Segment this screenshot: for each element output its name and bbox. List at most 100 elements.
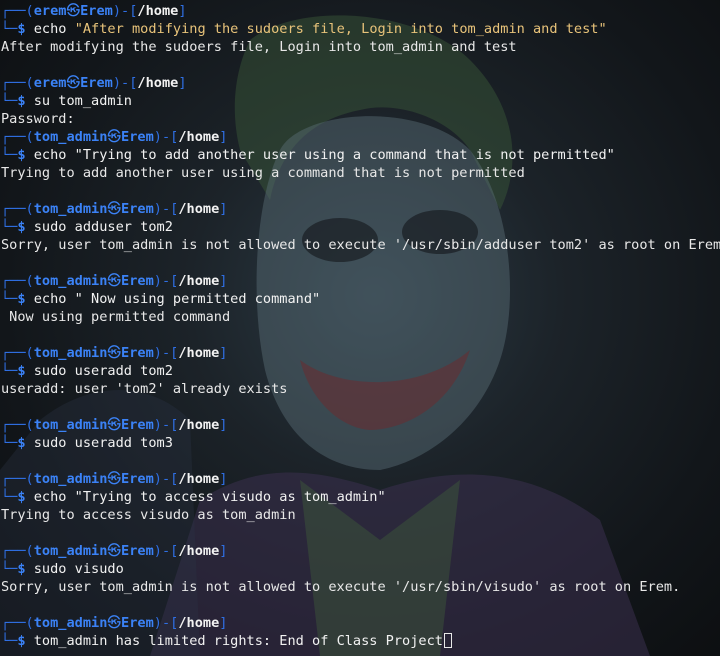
prompt-host: Erem	[121, 201, 154, 217]
command-line: └─$ echo "Trying to access visudo as tom…	[1, 488, 720, 506]
command-text: echo "Trying to access visudo as tom_adm…	[33, 489, 386, 505]
prompt-user: tom_admin	[33, 615, 108, 631]
prompt-frame: └─	[1, 21, 18, 37]
prompt-host: Erem	[121, 615, 154, 631]
command-line: └─$ su tom_admin	[1, 92, 720, 110]
prompt-dollar: $	[17, 363, 34, 379]
terminal-window[interactable]: ┌──(erem㉿Erem)-[/home] └─$ echo "After mo…	[0, 0, 720, 656]
prompt-path: /home	[178, 129, 220, 145]
command-text: sudo visudo	[33, 561, 124, 577]
prompt-dollar: $	[17, 561, 34, 577]
prompt-frame: ]	[219, 417, 228, 433]
prompt-user: tom_admin	[33, 201, 108, 217]
prompt-host: Erem	[121, 543, 154, 559]
command-line: └─$ sudo visudo	[1, 560, 720, 578]
prompt-user: tom_admin	[33, 417, 108, 433]
prompt-frame: ┌──(	[1, 3, 34, 19]
prompt-frame: ]	[219, 345, 228, 361]
text-cursor[interactable]	[443, 633, 452, 648]
output-line: Sorry, user tom_admin is not allowed to …	[1, 236, 720, 254]
terminal-output: ┌──(erem㉿Erem)-[/home] └─$ echo "After mo…	[0, 0, 720, 650]
command-text: echo "Trying to add another user using a…	[33, 147, 615, 163]
prompt-user: tom_admin	[33, 273, 108, 289]
skull-icon: ㉿	[107, 129, 122, 145]
prompt-frame: ┌──(	[1, 543, 34, 559]
prompt-header: ┌──(tom_admin㉿Erem)-[/home]	[1, 344, 720, 362]
prompt-dollar: $	[17, 93, 34, 109]
prompt-frame: ┌──(	[1, 417, 34, 433]
skull-icon: ㉿	[66, 3, 81, 19]
skull-icon: ㉿	[107, 615, 122, 631]
prompt-frame: └─	[1, 435, 18, 451]
prompt-header: ┌──(tom_admin㉿Erem)-[/home]	[1, 542, 720, 560]
prompt-header: ┌──(tom_admin㉿Erem)-[/home]	[1, 200, 720, 218]
prompt-frame: ]	[178, 75, 187, 91]
command-text: tom_admin has limited rights: End of Cla…	[33, 633, 443, 649]
command-line[interactable]: └─$ tom_admin has limited rights: End of…	[1, 632, 720, 650]
prompt-frame: └─	[1, 219, 18, 235]
prompt-frame: ┌──(	[1, 345, 34, 361]
prompt-header: ┌──(tom_admin㉿Erem)-[/home]	[1, 128, 720, 146]
skull-icon: ㉿	[66, 75, 81, 91]
skull-icon: ㉿	[107, 543, 122, 559]
command-text: sudo adduser tom2	[33, 219, 173, 235]
prompt-frame: )-[	[153, 417, 179, 433]
prompt-frame: )-[	[153, 129, 179, 145]
command-line: └─$ sudo useradd tom3	[1, 434, 720, 452]
output-text: Trying to add another user using a comma…	[1, 165, 525, 181]
prompt-user: tom_admin	[33, 471, 108, 487]
prompt-frame: )-[	[153, 543, 179, 559]
prompt-frame: ]	[219, 543, 228, 559]
command-line: └─$ echo "After modifying the sudoers fi…	[1, 20, 720, 38]
output-text: Now using permitted command	[1, 309, 231, 325]
prompt-frame: ]	[219, 129, 228, 145]
prompt-frame: └─	[1, 363, 18, 379]
prompt-frame: ┌──(	[1, 75, 34, 91]
prompt-frame: └─	[1, 489, 18, 505]
command-line: └─$ echo "Trying to add another user usi…	[1, 146, 720, 164]
prompt-frame: ]	[219, 615, 228, 631]
prompt-path: /home	[178, 345, 220, 361]
prompt-frame: )-[	[153, 345, 179, 361]
prompt-host: Erem	[80, 75, 113, 91]
command-text: echo " Now using permitted command"	[33, 291, 321, 307]
output-text: After modifying the sudoers file, Login …	[1, 39, 517, 55]
prompt-dollar: $	[17, 147, 34, 163]
command-line: └─$ echo " Now using permitted command"	[1, 290, 720, 308]
prompt-dollar: $	[17, 219, 34, 235]
command-line: └─$ sudo adduser tom2	[1, 218, 720, 236]
prompt-host: Erem	[121, 417, 154, 433]
skull-icon: ㉿	[107, 345, 122, 361]
skull-icon: ㉿	[107, 471, 122, 487]
prompt-header: ┌──(tom_admin㉿Erem)-[/home]	[1, 272, 720, 290]
prompt-frame: ]	[219, 471, 228, 487]
prompt-frame: ┌──(	[1, 273, 34, 289]
prompt-frame: ┌──(	[1, 129, 34, 145]
prompt-frame: └─	[1, 147, 18, 163]
prompt-path: /home	[178, 273, 220, 289]
prompt-frame: ]	[219, 273, 228, 289]
prompt-dollar: $	[17, 291, 34, 307]
prompt-path: /home	[178, 417, 220, 433]
output-text: Sorry, user tom_admin is not allowed to …	[1, 579, 681, 595]
output-text: useradd: user 'tom2' already exists	[1, 381, 288, 397]
prompt-frame: └─	[1, 291, 18, 307]
prompt-user: tom_admin	[33, 543, 108, 559]
prompt-frame: )-[	[112, 3, 138, 19]
prompt-frame: ┌──(	[1, 471, 34, 487]
prompt-path: /home	[178, 543, 220, 559]
prompt-path: /home	[137, 3, 179, 19]
output-line: Sorry, user tom_admin is not allowed to …	[1, 578, 720, 596]
prompt-frame: )-[	[153, 471, 179, 487]
output-line: useradd: user 'tom2' already exists	[1, 380, 720, 398]
prompt-path: /home	[178, 201, 220, 217]
prompt-frame: ]	[178, 3, 187, 19]
